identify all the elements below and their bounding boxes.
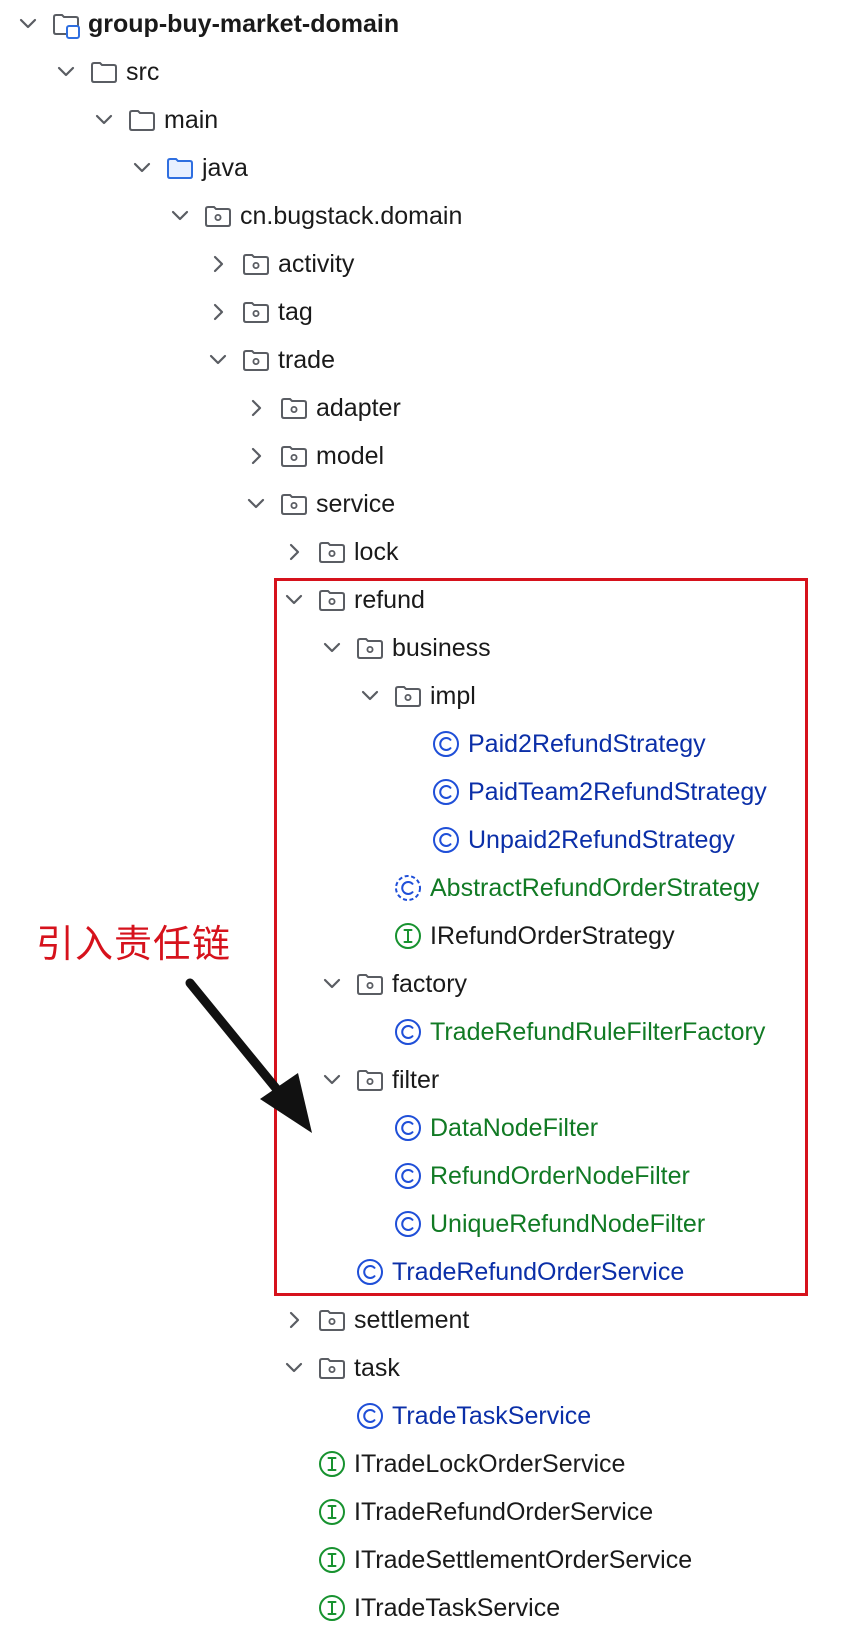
tree-row[interactable]: service	[0, 480, 862, 528]
tree-row[interactable]: lock	[0, 528, 862, 576]
tree-item-label: tag	[278, 298, 313, 326]
tree-item-label: adapter	[316, 394, 401, 422]
tree-row[interactable]: model	[0, 432, 862, 480]
tree-row[interactable]: TradeTaskService	[0, 1392, 862, 1440]
tree-item-label: lock	[354, 538, 399, 566]
tree-item-label: group-buy-market-domain	[88, 10, 400, 38]
tree-row[interactable]: trade	[0, 336, 862, 384]
tree-row[interactable]: tag	[0, 288, 862, 336]
package-icon	[316, 536, 348, 568]
package-icon	[316, 1352, 348, 1384]
tree-item-label: settlement	[354, 1306, 470, 1334]
interface-icon	[316, 1592, 348, 1624]
chevron-right-icon[interactable]	[206, 300, 230, 324]
package-icon	[278, 440, 310, 472]
interface-icon	[316, 1448, 348, 1480]
tree-row[interactable]: cn.bugstack.domain	[0, 192, 862, 240]
chevron-down-icon[interactable]	[282, 1356, 306, 1380]
package-icon	[240, 248, 272, 280]
tree-row[interactable]: ITradeRefundOrderService	[0, 1488, 862, 1536]
package-icon	[278, 488, 310, 520]
interface-icon	[316, 1544, 348, 1576]
chevron-down-icon[interactable]	[168, 204, 192, 228]
tree-item-label: task	[354, 1354, 400, 1382]
folder-icon	[88, 56, 120, 88]
chevron-down-icon[interactable]	[16, 12, 40, 36]
tree-row[interactable]: java	[0, 144, 862, 192]
tree-item-label: java	[202, 154, 248, 182]
tree-row[interactable]: main	[0, 96, 862, 144]
tree-item-label: ITradeLockOrderService	[354, 1450, 626, 1478]
tree-item-label: service	[316, 490, 396, 518]
tree-row[interactable]: group-buy-market-domain	[0, 0, 862, 48]
tree-item-label: trade	[278, 346, 335, 374]
tree-item-label: ITradeSettlementOrderService	[354, 1546, 693, 1574]
tree-row[interactable]: ITradeLockOrderService	[0, 1440, 862, 1488]
tree-row[interactable]: settlement	[0, 1296, 862, 1344]
interface-icon	[316, 1496, 348, 1528]
tree-item-label: main	[164, 106, 219, 134]
chevron-down-icon[interactable]	[130, 156, 154, 180]
tree-row[interactable]: ITradeTaskService	[0, 1584, 862, 1632]
tree-row[interactable]: adapter	[0, 384, 862, 432]
chevron-right-icon[interactable]	[282, 540, 306, 564]
tree-item-label: ITradeRefundOrderService	[354, 1498, 654, 1526]
tree-item-label: TradeTaskService	[392, 1402, 592, 1430]
annotation-text: 引入责任链	[36, 922, 232, 966]
class-icon	[354, 1400, 386, 1432]
annotation-arrow-icon	[185, 978, 312, 1133]
package-icon	[278, 392, 310, 424]
tree-item-label: model	[316, 442, 385, 470]
source-folder-icon	[164, 152, 196, 184]
chevron-right-icon[interactable]	[244, 444, 268, 468]
chevron-right-icon[interactable]	[244, 396, 268, 420]
folder-icon	[126, 104, 158, 136]
module-icon	[50, 8, 82, 40]
package-icon	[240, 344, 272, 376]
chevron-right-icon[interactable]	[282, 1308, 306, 1332]
tree-row[interactable]: task	[0, 1344, 862, 1392]
chevron-down-icon[interactable]	[92, 108, 116, 132]
tree-row[interactable]: activity	[0, 240, 862, 288]
tree-row[interactable]: ITradeSettlementOrderService	[0, 1536, 862, 1584]
tree-row[interactable]: src	[0, 48, 862, 96]
chevron-down-icon[interactable]	[244, 492, 268, 516]
tree-item-label: ITradeTaskService	[354, 1594, 561, 1622]
tree-item-label: src	[126, 58, 160, 86]
tree-item-label: cn.bugstack.domain	[240, 202, 463, 230]
chevron-right-icon[interactable]	[206, 252, 230, 276]
package-icon	[240, 296, 272, 328]
package-icon	[316, 1304, 348, 1336]
highlight-box	[274, 578, 808, 1296]
tree-item-label: activity	[278, 250, 355, 278]
chevron-down-icon[interactable]	[206, 348, 230, 372]
chevron-down-icon[interactable]	[54, 60, 78, 84]
package-icon	[202, 200, 234, 232]
